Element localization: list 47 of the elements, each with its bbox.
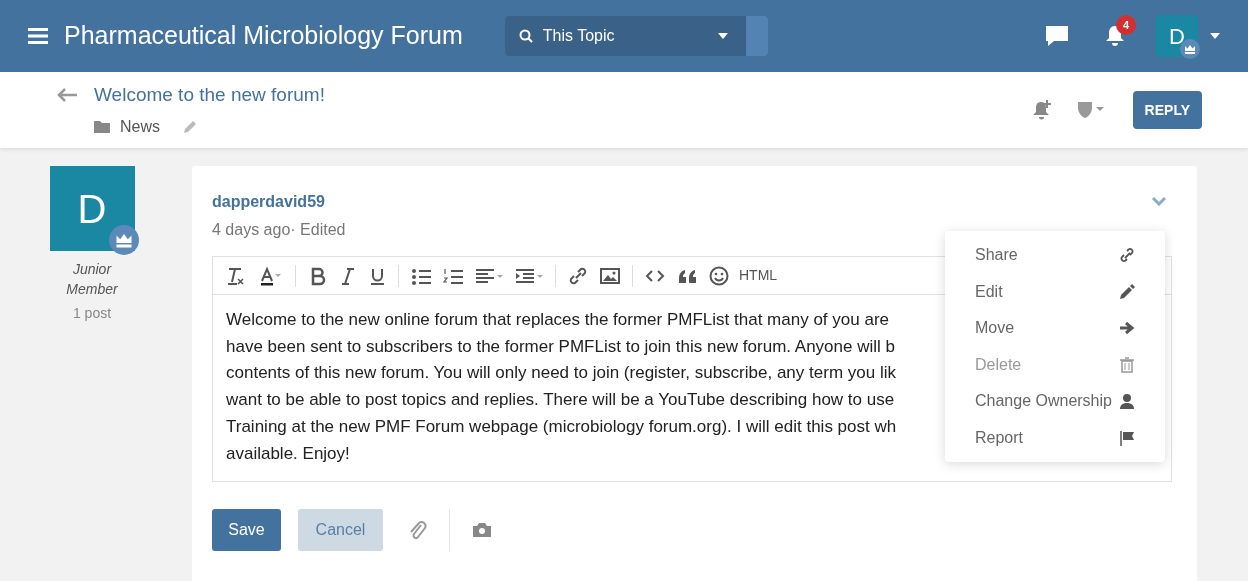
- author-post-count: 1 post: [72, 304, 112, 323]
- author-rank: Junior Member: [65, 260, 119, 299]
- post-text-line: have been sent to subscribers to the former PMFList to join this new forum. Anyone will b: [226, 335, 895, 358]
- chat-icon[interactable]: [1044, 25, 1070, 47]
- category-link[interactable]: News: [120, 115, 160, 140]
- camera-icon[interactable]: [472, 522, 492, 538]
- search-icon: [518, 29, 533, 43]
- post-text-line: Welcome to the new online forum that replaces the former PMFList that many of you are: [226, 309, 889, 331]
- html-button[interactable]: HTML: [735, 265, 782, 286]
- reply-button[interactable]: REPLY: [1132, 91, 1202, 129]
- menu-item[interactable]: Share: [975, 243, 1018, 268]
- post-author-name[interactable]: dapperdavid59: [212, 190, 346, 214]
- trash-icon: [1119, 356, 1135, 373]
- menu-item[interactable]: Move: [975, 316, 1015, 341]
- flag-icon: [1119, 429, 1135, 446]
- post-text-line: contents of this new forum. You will only need to join (register, subscribe, any term you lik: [226, 362, 896, 385]
- notification-count-badge: 4: [1116, 15, 1136, 35]
- paperclip-icon[interactable]: [407, 519, 427, 541]
- text-color-icon[interactable]: [259, 265, 283, 286]
- pencil-icon: [1119, 283, 1135, 300]
- search-scope-dropdown[interactable]: This Topic: [504, 16, 768, 56]
- arrow-right-icon: [1119, 320, 1135, 337]
- folder-icon: [94, 121, 110, 134]
- post-timestamp: 4 days ago· Edited: [212, 220, 346, 240]
- menu-icon[interactable]: [28, 27, 48, 45]
- link-icon: [1119, 247, 1135, 264]
- smiley-icon[interactable]: [709, 265, 729, 286]
- caret-icon: [1210, 33, 1220, 39]
- menu-item[interactable]: Edit: [975, 279, 1003, 304]
- post-text-line: want to be able to post topics and replies. There will be a YouTube describing how to use: [226, 389, 895, 412]
- clear-format-icon[interactable]: [225, 265, 247, 286]
- menu-item[interactable]: Report: [975, 425, 1024, 450]
- forum-title[interactable]: Pharmaceutical Microbiology Forum: [64, 17, 463, 55]
- back-arrow-icon[interactable]: [56, 87, 78, 103]
- save-button[interactable]: Save: [212, 509, 281, 551]
- shield-dropdown-icon[interactable]: [1076, 101, 1107, 119]
- caret-icon: [717, 33, 728, 39]
- post-text-line: available. Enjoy!: [226, 442, 350, 465]
- topic-title[interactable]: Welcome to the new forum!: [94, 80, 325, 110]
- menu-item[interactable]: Change Ownership: [975, 389, 1112, 414]
- link-icon[interactable]: [568, 265, 588, 286]
- crown-badge-icon: [108, 225, 139, 255]
- image-icon[interactable]: [600, 265, 620, 286]
- post-text-line: Training at the new PMF Forum webpage (microbiology forum.org). I will edit this post wh: [226, 415, 897, 438]
- person-icon: [1119, 393, 1135, 410]
- cancel-button[interactable]: Cancel: [298, 509, 383, 551]
- user-avatar[interactable]: D: [1156, 15, 1198, 57]
